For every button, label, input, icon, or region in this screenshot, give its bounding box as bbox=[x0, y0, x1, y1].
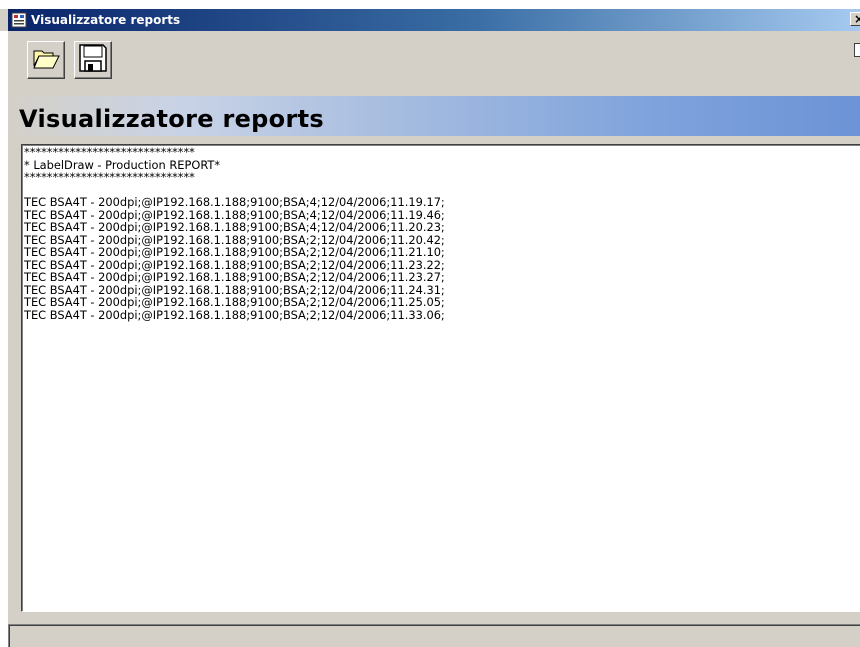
screen-background bbox=[0, 0, 860, 9]
report-line: ****************************** bbox=[24, 145, 195, 159]
report-text-area[interactable]: ****************************** * LabelDra… bbox=[21, 144, 860, 612]
title-bar[interactable]: Visualizzatore reports × bbox=[8, 9, 860, 31]
folder-open-icon bbox=[31, 44, 61, 76]
option-checkbox[interactable] bbox=[854, 43, 860, 57]
left-frame-edge bbox=[0, 31, 8, 647]
report-line: TEC BSA4T - 200dpi;@IP192.168.1.188;9100… bbox=[24, 195, 445, 209]
report-line: TEC BSA4T - 200dpi;@IP192.168.1.188;9100… bbox=[24, 220, 445, 234]
report-line: TEC BSA4T - 200dpi;@IP192.168.1.188;9100… bbox=[24, 245, 445, 259]
header-banner: Visualizzatore reports bbox=[8, 96, 860, 136]
status-bar bbox=[8, 624, 860, 647]
floppy-disk-icon bbox=[78, 43, 108, 77]
window-title: Visualizzatore reports bbox=[31, 13, 181, 27]
close-button[interactable]: × bbox=[850, 12, 860, 26]
report-line: ****************************** bbox=[24, 170, 195, 184]
report-line: TEC BSA4T - 200dpi;@IP192.168.1.188;9100… bbox=[24, 295, 445, 309]
report-viewer-window: Visualizzatore reports × Visualizzatore bbox=[0, 0, 860, 647]
save-file-button[interactable] bbox=[74, 41, 112, 79]
close-icon: × bbox=[854, 12, 860, 26]
open-file-button[interactable] bbox=[27, 41, 65, 79]
app-icon bbox=[11, 12, 27, 28]
page-title: Visualizzatore reports bbox=[19, 105, 324, 133]
report-line: TEC BSA4T - 200dpi;@IP192.168.1.188;9100… bbox=[24, 270, 445, 284]
report-content: ****************************** * LabelDra… bbox=[22, 145, 860, 321]
report-line: TEC BSA4T - 200dpi;@IP192.168.1.188;9100… bbox=[24, 307, 445, 322]
